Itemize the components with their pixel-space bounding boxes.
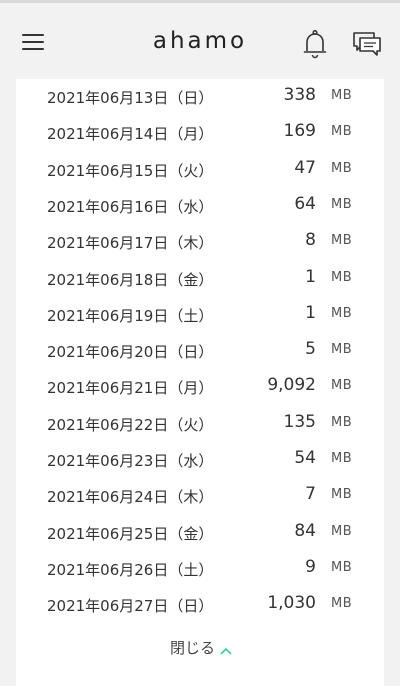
usage-value: 5 [305, 339, 316, 360]
usage-row: 2021年06月22日（火） 135 MB [16, 406, 384, 442]
usage-date: 2021年06月16日（水） [47, 197, 214, 216]
usage-date: 2021年06月13日（日） [47, 89, 214, 107]
bell-icon[interactable] [302, 29, 328, 59]
usage-date: 2021年06月19日（土） [47, 306, 214, 325]
usage-date: 2021年06月14日（月） [47, 125, 214, 144]
usage-value: 47 [294, 157, 316, 178]
usage-value: 1 [305, 266, 316, 287]
usage-row: 2021年06月14日（月） 169 MB [16, 115, 384, 151]
usage-row: 2021年06月16日（水） 64 MB [16, 188, 384, 224]
usage-date: 2021年06月24日（木） [47, 488, 214, 507]
usage-unit: MB [331, 596, 353, 612]
usage-row: 2021年06月23日（水） 54 MB [16, 442, 384, 478]
usage-date: 2021年06月27日（日） [47, 597, 214, 616]
usage-unit: MB [331, 196, 353, 212]
usage-unit: MB [331, 124, 353, 140]
app-header: ahamo [0, 3, 400, 79]
usage-row: 2021年06月20日（日） 5 MB [16, 333, 384, 369]
usage-unit: MB [331, 414, 353, 430]
usage-value: 1 [305, 302, 316, 323]
usage-value: 338 [283, 85, 316, 105]
usage-date: 2021年06月23日（水） [47, 452, 214, 470]
usage-unit: MB [331, 160, 353, 176]
chat-icon[interactable] [352, 31, 382, 57]
usage-row: 2021年06月15日（火） 47 MB [16, 152, 384, 188]
usage-row: 2021年06月17日（木） 8 MB [16, 224, 384, 260]
usage-value: 54 [294, 448, 316, 468]
usage-row: 2021年06月18日（金） 1 MB [16, 261, 384, 297]
usage-row: 2021年06月24日（木） 7 MB [16, 478, 384, 514]
usage-date: 2021年06月26日（土） [47, 560, 214, 579]
usage-date: 2021年06月18日（金） [47, 270, 214, 289]
usage-unit: MB [331, 233, 353, 249]
usage-date: 2021年06月17日（木） [47, 234, 214, 253]
usage-unit: MB [331, 88, 353, 103]
usage-value: 8 [305, 230, 316, 251]
usage-unit: MB [331, 451, 353, 466]
hamburger-menu-icon[interactable] [22, 32, 44, 52]
close-button[interactable]: 閉じる [166, 635, 236, 659]
usage-row: 2021年06月19日（土） 1 MB [16, 297, 384, 333]
usage-value: 64 [294, 193, 316, 214]
usage-detail-card: 2021年06月13日（日） 338 MB 2021年06月14日（月） 169 MB 20… [16, 79, 384, 686]
usage-value: 7 [305, 484, 316, 505]
usage-value: 84 [294, 520, 316, 541]
usage-unit: MB [331, 378, 353, 394]
chevron-up-icon [220, 641, 232, 659]
usage-row: 2021年06月13日（日） 338 MB [16, 79, 384, 115]
usage-row: 2021年06月26日（土） 9 MB [16, 551, 384, 587]
usage-row: 2021年06月21日（月） 9,092 MB [16, 369, 384, 405]
usage-value: 169 [283, 121, 316, 142]
usage-date: 2021年06月25日（金） [47, 524, 214, 543]
usage-row: 2021年06月27日（日） 1,030 MB [16, 587, 384, 623]
usage-row: 2021年06月25日（金） 84 MB [16, 515, 384, 551]
usage-unit: MB [331, 342, 353, 358]
usage-value: 9 [305, 556, 316, 577]
usage-date: 2021年06月20日（日） [47, 343, 214, 362]
usage-value: 135 [283, 411, 316, 432]
usage-date: 2021年06月15日（火） [47, 161, 214, 180]
usage-unit: MB [331, 523, 353, 539]
usage-date: 2021年06月22日（火） [47, 415, 214, 434]
close-label: 閉じる [170, 639, 216, 657]
usage-unit: MB [331, 269, 353, 285]
usage-unit: MB [331, 559, 353, 575]
ahamo-logo[interactable]: ahamo [150, 21, 250, 61]
usage-unit: MB [331, 487, 353, 503]
usage-value: 9,092 [267, 375, 316, 396]
usage-date: 2021年06月21日（月） [47, 379, 214, 398]
usage-unit: MB [331, 305, 353, 321]
usage-value: 1,030 [267, 593, 316, 614]
